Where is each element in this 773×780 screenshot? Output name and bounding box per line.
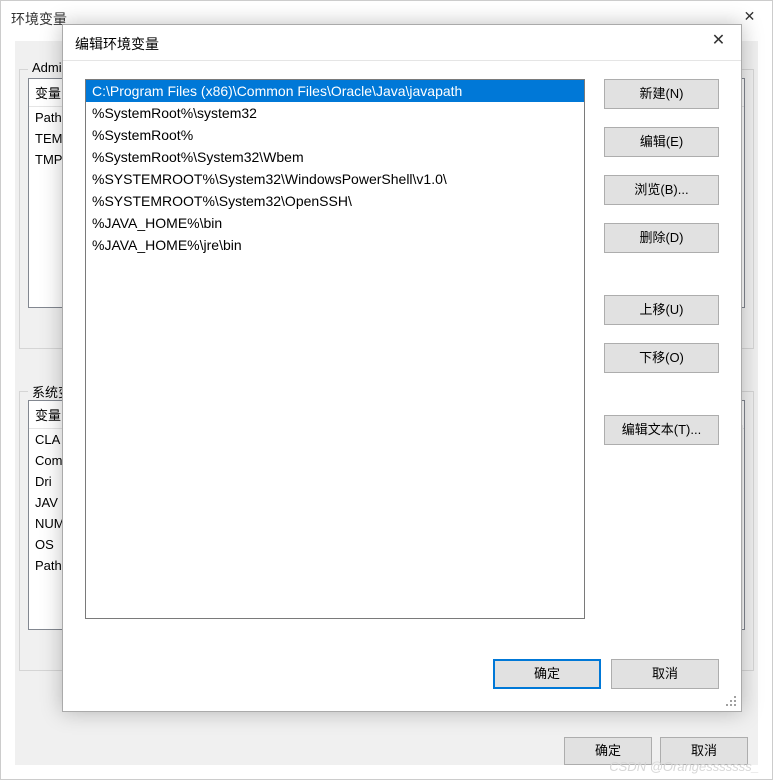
path-entry[interactable]: %SYSTEMROOT%\System32\OpenSSH\ [86, 190, 584, 212]
browse-button[interactable]: 浏览(B)... [604, 175, 719, 205]
move-down-button[interactable]: 下移(O) [604, 343, 719, 373]
dialog-body: C:\Program Files (x86)\Common Files\Orac… [85, 79, 719, 689]
path-entry[interactable]: %JAVA_HOME%\bin [86, 212, 584, 234]
delete-button[interactable]: 删除(D) [604, 223, 719, 253]
path-entry[interactable]: %JAVA_HOME%\jre\bin [86, 234, 584, 256]
dialog-title: 编辑环境变量 [75, 34, 159, 54]
path-entries-list[interactable]: C:\Program Files (x86)\Common Files\Orac… [85, 79, 585, 619]
ok-button[interactable]: 确定 [493, 659, 601, 689]
edit-text-button[interactable]: 编辑文本(T)... [604, 415, 719, 445]
path-entry[interactable]: %SystemRoot%\System32\Wbem [86, 146, 584, 168]
ok-button[interactable]: 确定 [564, 737, 652, 765]
edit-environment-variable-dialog: 编辑环境变量 ✕ C:\Program Files (x86)\Common F… [62, 24, 742, 712]
path-entry[interactable]: %SYSTEMROOT%\System32\WindowsPowerShell\… [86, 168, 584, 190]
move-up-button[interactable]: 上移(U) [604, 295, 719, 325]
new-button[interactable]: 新建(N) [604, 79, 719, 109]
close-icon[interactable]: ✕ [696, 25, 741, 57]
edit-button[interactable]: 编辑(E) [604, 127, 719, 157]
resize-grip-icon[interactable] [724, 694, 738, 708]
side-buttons: 新建(N) 编辑(E) 浏览(B)... 删除(D) 上移(U) 下移(O) 编… [604, 79, 719, 455]
window-title: 环境变量 [11, 9, 67, 29]
background-footer-buttons: 确定 取消 [564, 737, 748, 765]
path-entry[interactable]: C:\Program Files (x86)\Common Files\Orac… [86, 80, 584, 102]
dialog-footer: 确定 取消 [493, 659, 719, 689]
path-entry[interactable]: %SystemRoot%\system32 [86, 102, 584, 124]
dialog-titlebar[interactable]: 编辑环境变量 ✕ [63, 25, 741, 61]
path-entry[interactable]: %SystemRoot% [86, 124, 584, 146]
cancel-button[interactable]: 取消 [660, 737, 748, 765]
cancel-button[interactable]: 取消 [611, 659, 719, 689]
